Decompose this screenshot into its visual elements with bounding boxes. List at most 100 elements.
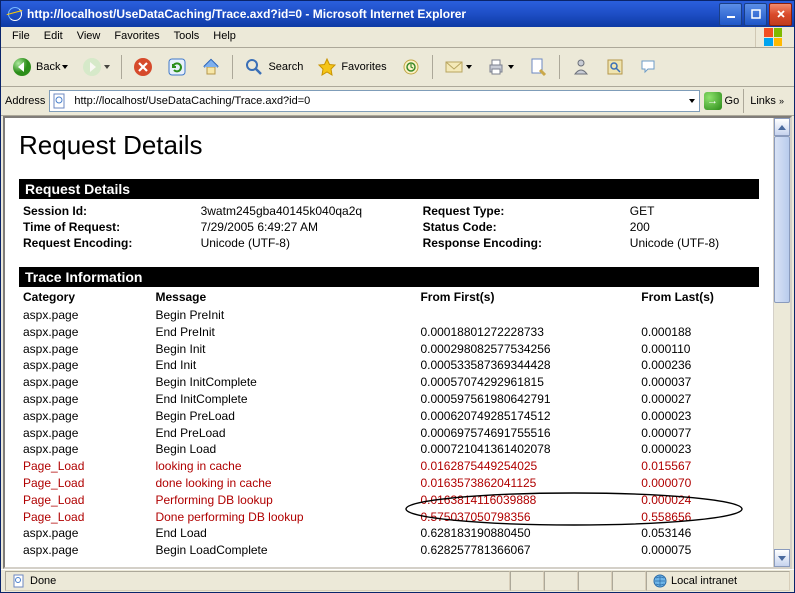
trace-row: Page_Loaddone looking in cache0.01635738… <box>19 475 759 492</box>
trace-columns: Category Message From First(s) From Last… <box>19 287 759 307</box>
menu-edit[interactable]: Edit <box>37 27 70 47</box>
status-spacer <box>544 571 578 591</box>
close-button[interactable] <box>769 3 792 26</box>
trace-cell-message: Done performing DB lookup <box>155 509 420 526</box>
trace-cell-category: aspx.page <box>19 425 155 442</box>
edit-button[interactable] <box>523 53 553 81</box>
menu-file[interactable]: File <box>5 27 37 47</box>
scroll-thumb[interactable] <box>774 136 790 303</box>
trace-cell-category: aspx.page <box>19 324 155 341</box>
go-button[interactable]: → Go <box>704 92 740 110</box>
scroll-track[interactable] <box>774 136 790 549</box>
trace-cell-from-first: 0.575037050798356 <box>420 509 641 526</box>
trace-cell-category: aspx.page <box>19 374 155 391</box>
trace-cell-from-last: 0.000077 <box>641 425 759 442</box>
trace-cell-from-last: 0.000110 <box>641 341 759 358</box>
page-title: Request Details <box>19 130 759 161</box>
trace-cell-from-first: 0.0163573862041125 <box>420 475 641 492</box>
scroll-up-button[interactable] <box>774 118 790 136</box>
discuss-button[interactable] <box>634 53 664 81</box>
trace-row: Page_LoadDone performing DB lookup0.5750… <box>19 509 759 526</box>
trace-cell-category: Page_Load <box>19 458 155 475</box>
trace-cell-category: Page_Load <box>19 492 155 509</box>
trace-row: aspx.pageBegin LoadComplete0.62825778136… <box>19 542 759 559</box>
trace-cell-category: aspx.page <box>19 357 155 374</box>
menu-view[interactable]: View <box>70 27 108 47</box>
request-type-label: Request Type: <box>419 203 626 219</box>
trace-cell-category: Page_Load <box>19 509 155 526</box>
status-spacer <box>510 571 544 591</box>
messenger-button[interactable] <box>566 53 596 81</box>
time-value: 7/29/2005 6:49:27 AM <box>197 219 419 235</box>
trace-info-header: Trace Information <box>19 267 759 287</box>
page-done-icon <box>12 574 26 588</box>
trace-cell-from-last: 0.000023 <box>641 408 759 425</box>
response-encoding-value: Unicode (UTF-8) <box>626 235 759 251</box>
titlebar[interactable]: http://localhost/UseDataCaching/Trace.ax… <box>1 1 794 27</box>
status-spacer <box>612 571 646 591</box>
trace-cell-from-last: 0.053146 <box>641 525 759 542</box>
trace-row: aspx.pageEnd PreLoad0.000697574691755516… <box>19 425 759 442</box>
trace-cell-from-first: 0.00057074292961815 <box>420 374 641 391</box>
trace-cell-from-last: 0.000027 <box>641 391 759 408</box>
trace-cell-from-first: 0.000697574691755516 <box>420 425 641 442</box>
url-input[interactable] <box>72 92 686 110</box>
trace-cell-message: looking in cache <box>155 458 420 475</box>
session-id-label: Session Id: <box>19 203 197 219</box>
trace-cell-message: End Load <box>155 525 420 542</box>
trace-cell-message: Performing DB lookup <box>155 492 420 509</box>
request-type-value: GET <box>626 203 759 219</box>
trace-cell-message: End PreInit <box>155 324 420 341</box>
trace-row: aspx.pageEnd PreInit0.000188012722287330… <box>19 324 759 341</box>
trace-row: aspx.pageBegin PreLoad0.0006207492851745… <box>19 408 759 425</box>
status-spacer <box>578 571 612 591</box>
stop-button[interactable] <box>128 53 158 81</box>
trace-cell-from-last: 0.000023 <box>641 441 759 458</box>
window-title: http://localhost/UseDataCaching/Trace.ax… <box>27 7 719 21</box>
vertical-scrollbar[interactable] <box>773 118 790 567</box>
security-zone[interactable]: Local intranet <box>646 571 790 591</box>
trace-row: Page_Loadlooking in cache0.0162875449254… <box>19 458 759 475</box>
page[interactable]: Request Details Request Details Session … <box>5 118 773 567</box>
trace-cell-category: aspx.page <box>19 542 155 559</box>
trace-row: aspx.pageEnd InitComplete0.0005975619806… <box>19 391 759 408</box>
url-dropdown-icon[interactable] <box>689 99 695 103</box>
trace-row: aspx.pageEnd Init0.0005335873693444280.0… <box>19 357 759 374</box>
trace-cell-category: aspx.page <box>19 441 155 458</box>
col-from-first: From First(s) <box>420 290 641 304</box>
trace-row: aspx.pageBegin PreInit <box>19 307 759 324</box>
history-button[interactable] <box>396 53 426 81</box>
print-button[interactable] <box>481 53 519 81</box>
session-id-value: 3watm245gba40145k040qa2q <box>197 203 419 219</box>
status-code-value: 200 <box>626 219 759 235</box>
page-icon <box>52 93 68 109</box>
trace-cell-from-first: 0.000597561980642791 <box>420 391 641 408</box>
links-toolbar[interactable]: Links » <box>743 89 790 113</box>
mail-button[interactable] <box>439 53 477 81</box>
trace-row: aspx.pageBegin Init0.0002980825775342560… <box>19 341 759 358</box>
url-field[interactable] <box>49 90 699 112</box>
trace-cell-message: Begin PreInit <box>155 307 420 324</box>
minimize-button[interactable] <box>719 3 742 26</box>
zone-icon <box>653 574 667 588</box>
favorites-button[interactable]: Favorites <box>312 53 391 81</box>
trace-row: Page_LoadPerforming DB lookup0.016381411… <box>19 492 759 509</box>
back-button[interactable]: Back <box>7 53 73 81</box>
scroll-down-button[interactable] <box>774 549 790 567</box>
refresh-button[interactable] <box>162 53 192 81</box>
menu-help[interactable]: Help <box>206 27 243 47</box>
ie-window: http://localhost/UseDataCaching/Trace.ax… <box>0 0 795 593</box>
search-button[interactable]: Search <box>239 53 308 81</box>
response-encoding-label: Response Encoding: <box>419 235 626 251</box>
home-button[interactable] <box>196 53 226 81</box>
trace-cell-category: aspx.page <box>19 408 155 425</box>
trace-cell-message: Begin PreLoad <box>155 408 420 425</box>
menu-tools[interactable]: Tools <box>167 27 207 47</box>
maximize-button[interactable] <box>744 3 767 26</box>
forward-button[interactable] <box>77 53 115 81</box>
status-code-label: Status Code: <box>419 219 626 235</box>
menu-favorites[interactable]: Favorites <box>107 27 166 47</box>
trace-cell-message: Begin InitComplete <box>155 374 420 391</box>
trace-cell-from-last: 0.000037 <box>641 374 759 391</box>
research-button[interactable] <box>600 53 630 81</box>
